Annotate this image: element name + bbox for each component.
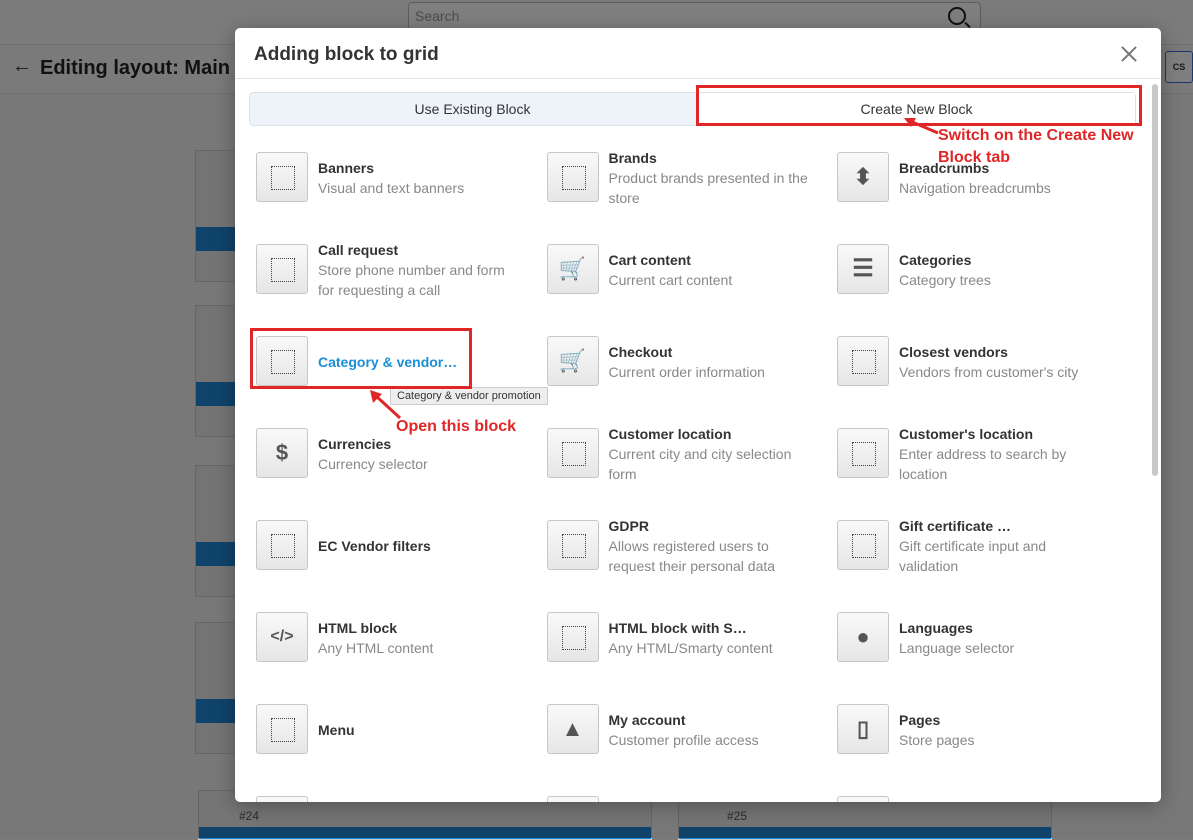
- block-name: HTML block: [318, 620, 398, 636]
- block-item[interactable]: Customer location Current city and city s…: [546, 424, 817, 484]
- annotation-open-block: Open this block: [396, 418, 517, 435]
- dotted-square-icon: [256, 520, 308, 570]
- annotation-box-category-vendor: [250, 328, 472, 389]
- block-item[interactable]: Brands Product brands presented in the st…: [546, 148, 817, 208]
- dotted-square-icon: [546, 612, 599, 662]
- close-icon[interactable]: [1117, 42, 1141, 66]
- block-item[interactable]: Menu: [256, 700, 526, 760]
- block-item[interactable]: 🛒 Checkout Current order information: [546, 332, 817, 392]
- signpost-icon: ⬍: [837, 152, 889, 202]
- block-item[interactable]: </> HTML block Any HTML content: [256, 608, 526, 668]
- block-description: Enter address to search by location: [899, 446, 1067, 482]
- divider: [235, 78, 1161, 79]
- block-item[interactable]: Customer's location Enter address to sear…: [837, 424, 1107, 484]
- block-item[interactable]: GDPR Allows registered users to request t…: [546, 516, 817, 576]
- block-item[interactable]: Product filters f…: [837, 792, 1107, 802]
- block-description: Navigation breadcrumbs: [899, 180, 1051, 196]
- block-description: Store pages: [899, 732, 975, 748]
- dotted-square-icon: [546, 520, 599, 570]
- block-item[interactable]: ▯ Pages Store pages: [837, 700, 1107, 760]
- block-name: Gift certificate …: [899, 518, 1012, 534]
- block-name: Languages: [899, 620, 973, 636]
- dotted-square-icon: [837, 520, 889, 570]
- block-item[interactable]: Call request Store phone number and form …: [256, 240, 526, 300]
- block-description: Customer profile access: [608, 732, 759, 748]
- block-item[interactable]: ▲ My account Customer profile access: [546, 700, 817, 760]
- block-item[interactable]: Closest vendors Vendors from customer's c…: [837, 332, 1107, 392]
- block-item[interactable]: EC Vendor filters: [256, 516, 526, 576]
- block-item[interactable]: 🛒 Cart content Current cart content: [546, 240, 817, 300]
- block-name: HTML block with S…: [608, 620, 747, 636]
- block-name: Brands: [608, 150, 657, 166]
- block-description: Category trees: [899, 272, 991, 288]
- user-icon: ▲: [546, 704, 599, 754]
- block-name: EC Vendor filters: [318, 538, 431, 554]
- block-name: Menu: [318, 722, 355, 738]
- dotted-square-icon: [256, 152, 308, 202]
- dotted-square-icon: [837, 428, 889, 478]
- dotted-square-icon: [837, 336, 889, 386]
- block-name: My account: [608, 712, 686, 728]
- dotted-square-icon: [546, 152, 599, 202]
- block-name: Pages: [899, 712, 941, 728]
- block-item[interactable]: Gift certificate … Gift certificate input…: [837, 516, 1107, 576]
- block-name: Customer's location: [899, 426, 1034, 442]
- block-description: Vendors from customer's city: [899, 364, 1079, 380]
- cart-icon: 🛒: [546, 244, 599, 294]
- cart-icon: 🛒: [546, 336, 599, 386]
- tooltip: Category & vendor promotion: [390, 387, 548, 405]
- dotted-square-icon: [546, 428, 599, 478]
- block-description: Currency selector: [318, 456, 428, 472]
- block-description: Language selector: [899, 640, 1015, 656]
- dollar-icon: $: [256, 428, 308, 478]
- block-item[interactable]: [546, 792, 817, 802]
- block-name: GDPR: [608, 518, 649, 534]
- block-name: Closest vendors: [899, 344, 1008, 360]
- dotted-square-icon: [256, 704, 308, 754]
- block-item[interactable]: ☰ Categories Category trees: [837, 240, 1107, 300]
- block-description: Current city and city selection form: [608, 446, 792, 482]
- block-item[interactable]: HTML block with S… Any HTML/Smarty conten…: [546, 608, 817, 668]
- block-description: Store phone number and form for requesti…: [318, 262, 505, 298]
- block-description: Current cart content: [608, 272, 733, 288]
- block-name: Banners: [318, 160, 375, 176]
- annotation-arrow-icon: [370, 390, 402, 420]
- block-description: Allows registered users to request their…: [608, 538, 776, 574]
- block-name: Checkout: [608, 344, 673, 360]
- block-description: Product brands presented in the store: [608, 170, 808, 206]
- page-icon: ▯: [837, 704, 889, 754]
- block-description: Any HTML content: [318, 640, 434, 656]
- block-item[interactable]: Banners Visual and text banners: [256, 148, 526, 208]
- annotation-arrow-icon: [904, 118, 939, 135]
- dotted-square-icon: [837, 796, 889, 802]
- block-description: Current order information: [608, 364, 765, 380]
- dotted-square-icon: [546, 796, 599, 802]
- block-description: Visual and text banners: [318, 180, 465, 196]
- list-icon: ☰: [837, 244, 889, 294]
- code-icon: </>: [256, 612, 308, 662]
- dialog-title: Adding block to grid: [254, 44, 439, 65]
- block-name: Call request: [318, 242, 399, 258]
- dotted-square-icon: [256, 796, 308, 802]
- tab-use-existing-block[interactable]: Use Existing Block: [250, 93, 695, 125]
- block-name: Cart content: [608, 252, 691, 268]
- block-item[interactable]: ● Languages Language selector: [837, 608, 1107, 668]
- annotation-switch-tab: Switch on the Create New Block tab: [938, 127, 1134, 166]
- block-description: Any HTML/Smarty content: [608, 640, 773, 656]
- block-name: Customer location: [608, 426, 732, 442]
- dotted-square-icon: [256, 244, 308, 294]
- block-description: Gift certificate input and validation: [899, 538, 1047, 574]
- block-name: Categories: [899, 252, 972, 268]
- globe-icon: ●: [837, 612, 889, 662]
- block-item[interactable]: [256, 792, 526, 802]
